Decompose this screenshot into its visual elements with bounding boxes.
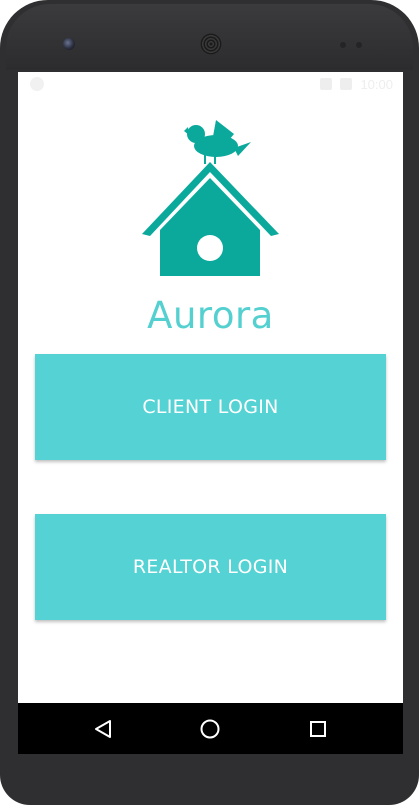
signal-icon — [320, 78, 333, 90]
front-camera — [63, 38, 75, 50]
phone-frame: 10:00 Aurora CLIENT LOGIN REALTOR LOGIN — [0, 0, 419, 805]
birdhouse-logo-icon — [138, 112, 283, 277]
app-title: Aurora — [147, 294, 274, 337]
earpiece-speaker — [200, 33, 222, 55]
navigation-bar — [18, 703, 403, 754]
status-bar: 10:00 — [18, 72, 403, 96]
battery-icon — [340, 78, 353, 90]
back-triangle-icon — [95, 720, 111, 738]
recents-square-icon — [310, 721, 326, 737]
status-time: 10:00 — [360, 76, 393, 92]
proximity-sensor — [340, 42, 346, 48]
bird-icon — [184, 120, 251, 164]
client-login-button[interactable]: CLIENT LOGIN — [35, 354, 386, 460]
app-screen: 10:00 Aurora CLIENT LOGIN REALTOR LOGIN — [18, 72, 403, 754]
home-button[interactable] — [196, 715, 224, 743]
notification-icon — [30, 77, 44, 91]
light-sensor — [356, 42, 362, 48]
recents-button[interactable] — [304, 715, 332, 743]
home-circle-icon — [200, 719, 220, 739]
realtor-login-button[interactable]: REALTOR LOGIN — [35, 514, 386, 620]
back-button[interactable] — [89, 715, 117, 743]
status-icons: 10:00 — [320, 76, 393, 92]
